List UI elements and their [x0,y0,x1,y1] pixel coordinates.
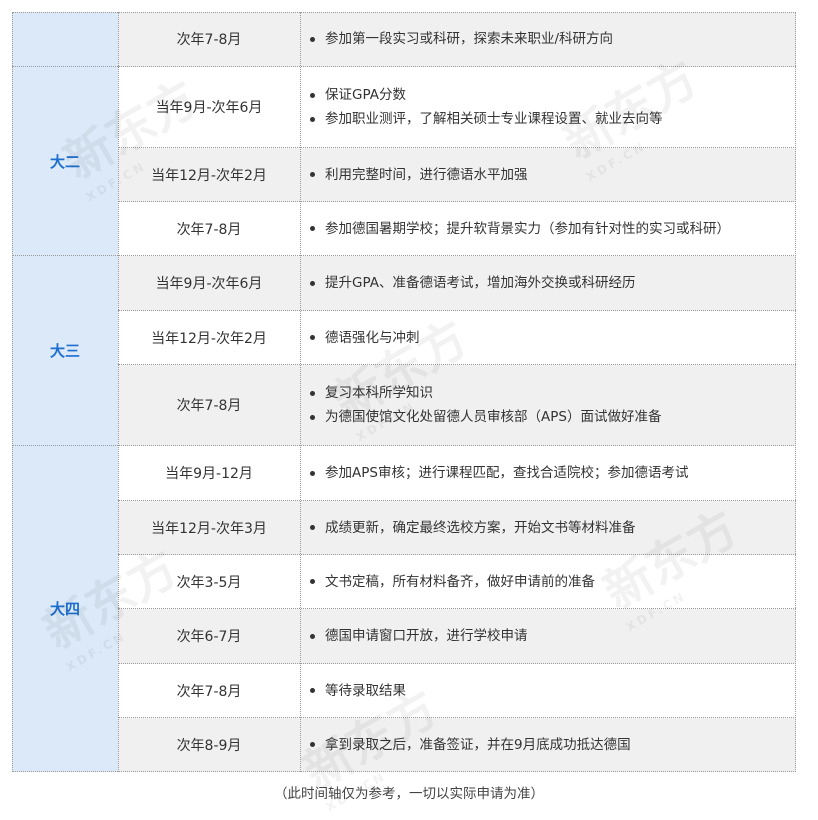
timeline-table: 大二 大三 大四 次年7-8月 参加第一段实习或科研，探索未来职业/科研方向 当… [12,12,796,772]
table-border [12,12,796,772]
footnote: （此时间轴仅为参考，一切以实际申请为准） [274,786,544,802]
